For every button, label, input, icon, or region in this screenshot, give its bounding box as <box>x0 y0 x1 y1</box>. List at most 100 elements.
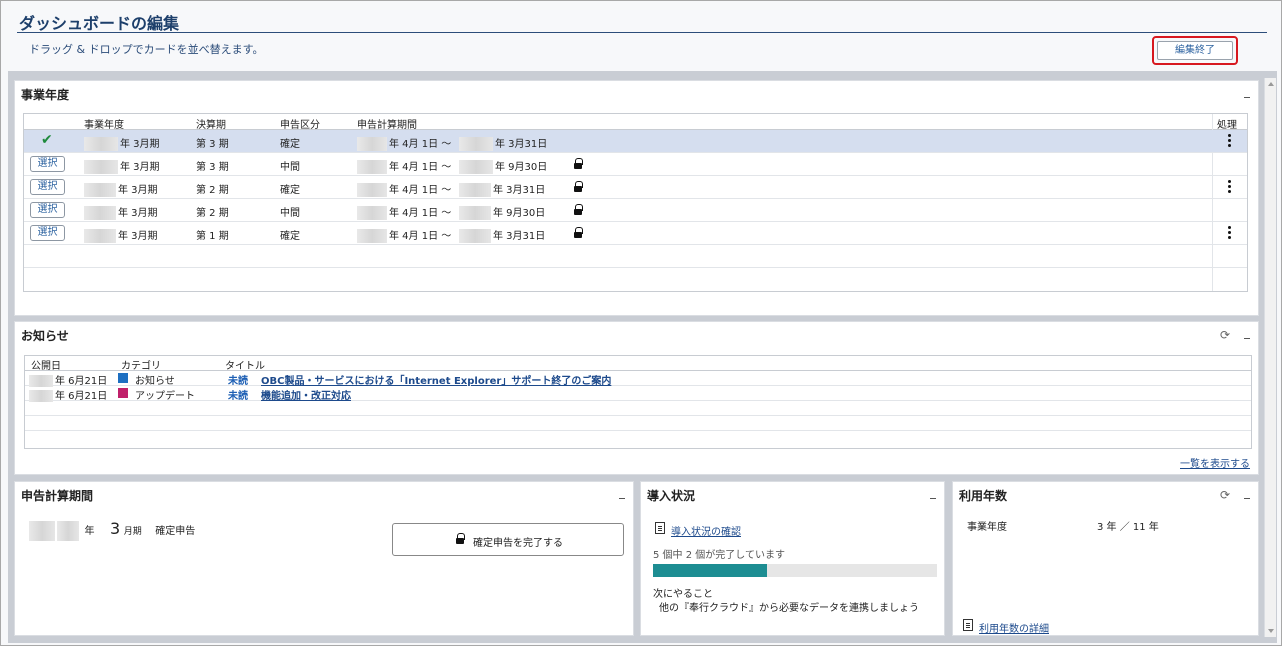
type-cell: 中間 <box>280 162 300 173</box>
period-to-cell: 年 3月31日 <box>459 135 547 151</box>
dashboard-edit-window: ダッシュボードの編集 ドラッグ & ドロップでカードを並べ替えます。 編集終了 … <box>0 0 1282 646</box>
category-cell: アップデート <box>135 391 195 402</box>
news-card[interactable]: お知らせ ⟳ 公開日 カテゴリ タイトル 年 6月21日 お知らせ 未読 OBC… <box>14 321 1259 475</box>
usage-years-card[interactable]: 利用年数 ⟳ 事業年度 3 年 ／ 11 年 利用年数の詳細 <box>952 481 1259 636</box>
progress-bar <box>653 564 937 577</box>
minimize-icon[interactable] <box>928 489 938 501</box>
minimize-icon[interactable] <box>1242 88 1252 100</box>
year-cell: 年 3月期 <box>84 135 160 151</box>
refresh-icon[interactable]: ⟳ <box>1220 329 1232 341</box>
term-cell: 第 3 期 <box>196 162 229 173</box>
card-title: お知らせ <box>21 329 69 343</box>
news-title-link[interactable]: 機能追加・改正対応 <box>261 387 351 402</box>
category-cell: お知らせ <box>135 376 175 387</box>
complete-declaration-label: 確定申告を完了する <box>473 538 563 549</box>
table-row: 選択 年 3月期 第 3 期 中間 年 4月 1日 ～ 年 9月30日 <box>24 153 1247 176</box>
column-header-term: 決算期 <box>196 120 226 131</box>
type-cell: 確定 <box>280 231 300 242</box>
page-title: ダッシュボードの編集 <box>19 14 180 33</box>
finish-edit-button[interactable]: 編集終了 <box>1157 41 1233 60</box>
news-row-empty <box>25 401 1251 416</box>
title-divider <box>17 32 1267 33</box>
minimize-icon[interactable] <box>1242 329 1252 341</box>
news-title-link[interactable]: OBC製品・サービスにおける「Internet Explorer」サポート終了の… <box>261 372 611 387</box>
period-to-cell: 年 3月31日 <box>459 181 545 197</box>
scroll-down-icon[interactable] <box>1268 629 1274 633</box>
table-row-empty <box>24 268 1247 291</box>
lock-icon <box>574 158 583 169</box>
card-title: 申告計算期間 <box>21 489 94 503</box>
period-from-cell: 年 4月 1日 ～ <box>357 181 451 197</box>
table-row: 選択 年 3月期 第 2 期 中間 年 4月 1日 ～ 年 9月30日 <box>24 199 1247 222</box>
news-row-empty <box>25 416 1251 431</box>
lock-icon <box>574 227 583 238</box>
table-header: 事業年度 決算期 申告区分 申告計算期間 処理 <box>24 114 1247 131</box>
page-subtitle: ドラッグ & ドロップでカードを並べ替えます。 <box>29 43 264 56</box>
date-cell: 年 6月21日 <box>29 372 107 387</box>
document-icon <box>963 619 973 631</box>
lock-icon <box>574 204 583 215</box>
column-header-type: 申告区分 <box>280 120 320 131</box>
minimize-icon[interactable] <box>617 489 627 501</box>
table-header: 公開日 カテゴリ タイトル <box>25 356 1251 372</box>
table-row[interactable]: ✔ 年 3月期 第 3 期 確定 年 4月 1日 ～ 年 3月31日 <box>24 130 1247 153</box>
more-menu-icon[interactable] <box>1227 226 1233 240</box>
period-from-cell: 年 4月 1日 ～ <box>357 135 451 151</box>
card-title: 利用年数 <box>959 489 1008 503</box>
period-from-cell: 年 4月 1日 ～ <box>357 158 451 174</box>
declaration-type: 確定申告 <box>155 526 196 537</box>
show-all-link[interactable]: 一覧を表示する <box>1180 455 1250 470</box>
period-card[interactable]: 申告計算期間 年 3 月期 確定申告 確定申告を完了する <box>14 481 634 636</box>
finish-button-highlight: 編集終了 <box>1152 36 1238 65</box>
select-button[interactable]: 選択 <box>30 156 65 172</box>
news-row-empty <box>25 431 1251 446</box>
period-from-cell: 年 4月 1日 ～ <box>357 204 451 220</box>
column-header-date: 公開日 <box>31 361 61 372</box>
more-menu-icon[interactable] <box>1227 134 1233 148</box>
month-suffix: 月期 <box>123 527 142 537</box>
period-to-cell: 年 9月30日 <box>459 158 547 174</box>
refresh-icon[interactable]: ⟳ <box>1220 489 1232 501</box>
unread-badge: 未読 <box>228 391 248 402</box>
news-row[interactable]: 年 6月21日 アップデート 未読 機能追加・改正対応 <box>25 386 1251 402</box>
select-button[interactable]: 選択 <box>30 225 65 241</box>
check-status-link[interactable]: 導入状況の確認 <box>671 523 741 538</box>
term-cell: 第 2 期 <box>196 185 229 196</box>
minimize-icon[interactable] <box>1242 489 1252 501</box>
fiscal-period-summary: 年 3 月期 確定申告 <box>29 519 195 541</box>
category-swatch <box>118 388 128 398</box>
year-cell: 年 3月期 <box>84 181 158 197</box>
term-cell: 第 3 期 <box>196 139 229 150</box>
usage-detail-link[interactable]: 利用年数の詳細 <box>979 620 1049 635</box>
progress-text: 5 個中 2 個が完了しています <box>653 550 785 561</box>
complete-declaration-button[interactable]: 確定申告を完了する <box>392 523 624 556</box>
progress-fill <box>653 564 767 577</box>
select-button[interactable]: 選択 <box>30 202 65 218</box>
vertical-scrollbar[interactable] <box>1264 78 1276 637</box>
fiscal-year-card[interactable]: 事業年度 事業年度 決算期 申告区分 申告計算期間 処理 ✔ 年 3月期 第 3… <box>14 80 1259 316</box>
news-row[interactable]: 年 6月21日 お知らせ 未読 OBC製品・サービスにおける「Internet … <box>25 371 1251 387</box>
type-cell: 中間 <box>280 208 300 219</box>
column-header-period: 申告計算期間 <box>357 120 417 131</box>
month-number: 3 <box>110 519 121 538</box>
table-row: 選択 年 3月期 第 2 期 確定 年 4月 1日 ～ 年 3月31日 <box>24 176 1247 199</box>
setup-status-card[interactable]: 導入状況 導入状況の確認 5 個中 2 個が完了しています 次にやること 他の『… <box>640 481 945 636</box>
period-to-cell: 年 3月31日 <box>459 227 545 243</box>
period-from-cell: 年 4月 1日 ～ <box>357 227 451 243</box>
more-menu-icon[interactable] <box>1227 180 1233 194</box>
term-cell: 第 2 期 <box>196 208 229 219</box>
check-icon: ✔ <box>41 132 53 148</box>
select-button[interactable]: 選択 <box>30 179 65 195</box>
column-header-year: 事業年度 <box>84 120 124 131</box>
period-to-cell: 年 9月30日 <box>459 204 545 220</box>
year-suffix: 年 <box>84 526 95 537</box>
column-header-category: カテゴリ <box>121 361 161 372</box>
column-header-title: タイトル <box>225 361 265 372</box>
type-cell: 確定 <box>280 139 300 150</box>
table-row: 選択 年 3月期 第 1 期 確定 年 4月 1日 ～ 年 3月31日 <box>24 222 1247 245</box>
unread-badge: 未読 <box>228 376 248 387</box>
category-swatch <box>118 373 128 383</box>
scroll-up-icon[interactable] <box>1268 82 1274 86</box>
date-cell: 年 6月21日 <box>29 387 107 402</box>
table-row-empty <box>24 245 1247 268</box>
